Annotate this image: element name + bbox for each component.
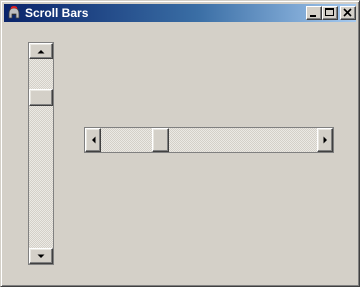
maximize-icon: [325, 8, 334, 16]
minimize-button[interactable]: [306, 6, 322, 20]
minimize-icon: [310, 15, 316, 17]
horizontal-scroll-thumb[interactable]: [152, 128, 169, 152]
horizontal-scroll-right-button[interactable]: [317, 128, 333, 152]
main-window: Scroll Bars: [0, 0, 360, 287]
vertical-scroll-up-button[interactable]: [29, 43, 53, 59]
close-button[interactable]: [340, 6, 356, 20]
arrow-left-icon: [91, 136, 95, 144]
arrow-down-icon: [37, 254, 45, 258]
maximize-button[interactable]: [322, 6, 338, 20]
horizontal-scroll-left-button[interactable]: [85, 128, 101, 152]
vertical-scroll-down-button[interactable]: [29, 248, 53, 264]
arrow-right-icon: [323, 136, 327, 144]
title-bar[interactable]: Scroll Bars: [4, 4, 356, 22]
vertical-scroll-thumb[interactable]: [29, 89, 53, 106]
spartan-helmet-icon[interactable]: [6, 5, 22, 21]
horizontal-scrollbar[interactable]: [84, 127, 334, 153]
close-icon: [343, 8, 352, 17]
arrow-up-icon: [37, 49, 45, 53]
vertical-scrollbar[interactable]: [28, 42, 54, 265]
